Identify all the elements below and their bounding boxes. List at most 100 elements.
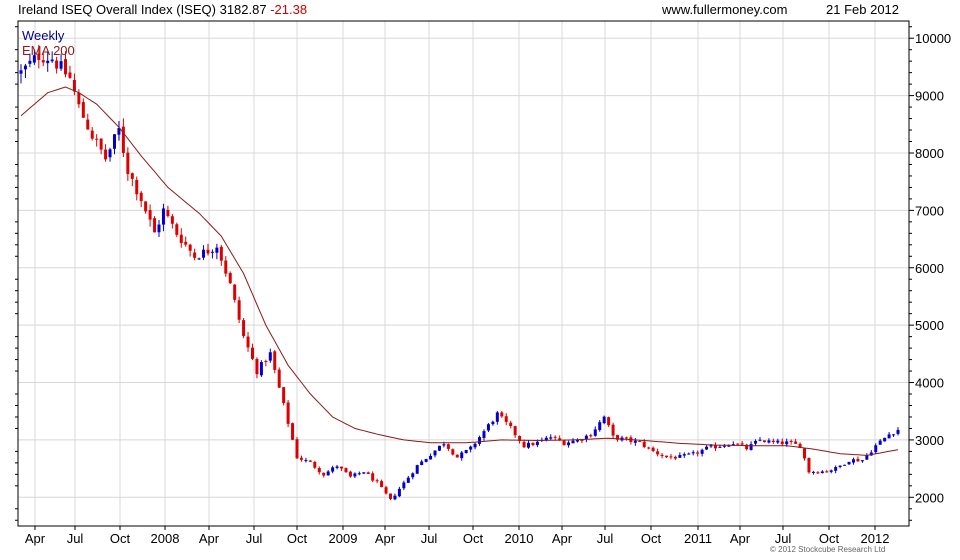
candlestick [509,420,513,429]
candle-body [656,451,660,455]
candle-body [402,482,406,489]
candle-body [95,138,99,140]
candle-body [273,351,277,370]
candle-body [81,102,85,118]
candle-body [184,241,188,245]
candle-body [527,442,531,448]
candlestick [665,455,669,458]
candle-body [727,445,731,447]
candlestick [598,420,602,432]
candlestick [473,442,477,450]
candle-body [776,440,780,443]
candle-body [108,149,112,158]
candle-body [794,441,798,444]
candle-body [589,435,593,437]
candlestick [157,219,161,238]
candle-body [593,429,597,436]
candlestick [500,411,504,418]
candlestick [268,348,272,363]
candle-body [789,441,793,443]
candlestick [700,448,704,457]
x-tick-label: Apr [25,531,46,546]
candlestick [108,147,112,162]
candlestick [767,438,771,444]
candle-body [460,452,464,459]
candlestick [816,471,820,475]
candlestick [656,448,660,457]
candlestick [326,470,330,476]
candle-body [843,464,847,466]
x-tick-label: Jul [421,531,438,546]
candlestick [762,440,766,443]
candlestick [90,127,94,141]
candle-body [99,138,103,150]
candlestick [304,457,308,463]
candlestick [433,450,437,458]
candle-body [384,487,388,494]
candlestick [19,64,23,84]
candlestick [406,475,410,484]
candlestick [669,453,673,460]
candlestick [411,472,415,480]
candlestick [567,440,571,448]
candlestick [896,427,900,436]
candlestick [415,464,419,474]
candlestick [246,332,250,352]
candle-body [121,126,125,153]
candlestick [611,422,615,439]
candle-body [255,359,259,375]
candlestick [571,438,575,444]
candlestick [68,65,72,79]
candle-body [366,472,370,474]
candle-body [705,446,709,450]
x-tick-label: Apr [552,531,573,546]
candle-body [259,362,263,376]
candlestick [228,271,232,284]
candlestick [148,204,152,227]
candle-body [740,443,744,445]
candlestick [313,460,317,470]
candle-body [491,421,495,425]
candle-body [673,456,677,459]
candlestick [575,438,579,443]
candle-body [696,452,700,454]
candle-body [210,251,214,253]
candlestick [210,249,214,259]
candle-body [322,472,326,476]
candlestick [803,448,807,461]
candle-body [148,210,152,220]
candle-body [415,465,419,474]
candle-body [144,201,148,212]
candlestick [820,470,824,474]
candlestick [255,357,259,379]
candle-body [406,477,410,483]
candlestick [424,458,428,463]
candlestick [104,144,108,162]
candlestick [291,422,295,441]
candle-body [90,130,94,139]
candle-body [135,179,139,195]
candlestick [366,471,370,474]
copyright-notice: © 2012 Stockcube Research Ltd [770,545,886,554]
x-tick-label: Jul [775,531,792,546]
candle-body [860,460,864,462]
x-tick-label: Jul [246,531,263,546]
candle-body [878,440,882,445]
candle-body [665,455,669,458]
candlestick [478,435,482,446]
candle-body [682,454,686,456]
candlestick [273,349,277,374]
candle-body [486,424,490,431]
candlestick [126,147,130,181]
candle-body [700,449,704,454]
candlestick [865,453,869,460]
candle-body [482,431,486,438]
candle-body [77,92,81,105]
candlestick [224,256,228,277]
candle-body [420,461,424,466]
x-tick-label: 2011 [684,531,712,546]
candle-body [762,440,766,443]
candlestick [215,243,219,260]
candlestick [144,201,148,214]
candle-body [816,472,820,474]
